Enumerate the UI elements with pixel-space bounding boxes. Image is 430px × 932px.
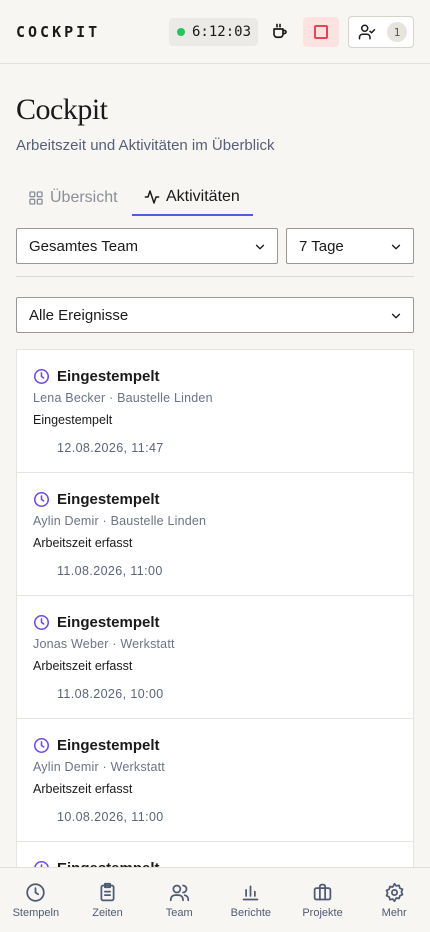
break-button[interactable]	[266, 18, 294, 46]
coffee-icon	[273, 23, 287, 39]
activity-item[interactable]: Eingestempelt	[17, 842, 413, 868]
nav-label: Berichte	[230, 907, 272, 919]
team-filter-select[interactable]: Gesamtes Team	[16, 228, 278, 264]
nav-label: Stempeln	[12, 907, 60, 919]
tab-overview-label: Übersicht	[50, 189, 118, 206]
users-icon	[169, 884, 189, 902]
activity-meta: Lena Becker · Baustelle Linden	[33, 391, 213, 405]
page-title: Cockpit	[16, 93, 108, 126]
chevron-down-icon	[391, 313, 401, 319]
clock-icon	[33, 368, 50, 385]
activity-meta: Aylin Demir · Baustelle Linden	[33, 514, 207, 528]
page-subtitle: Arbeitszeit und Aktivitäten im Überblick	[16, 137, 275, 154]
clock-icon	[33, 737, 50, 754]
team-count-badge: 1	[387, 22, 407, 42]
nav-item-berichte[interactable]: Berichte	[215, 868, 287, 932]
timer-value: 6:12:03	[192, 24, 252, 40]
range-filter-select[interactable]: 7 Tage	[286, 228, 414, 264]
activity-list[interactable]: Eingestempelt Lena Becker · Baustelle Li…	[16, 349, 414, 869]
running-timer[interactable]: 6:12:03	[169, 18, 258, 46]
tab-activities-label: Aktivitäten	[166, 188, 240, 205]
bar-chart-icon	[242, 885, 259, 901]
team-filter-value: Gesamtes Team	[29, 237, 138, 255]
filter-divider	[16, 276, 414, 277]
activity-timestamp: 12.08.2026, 11:47	[57, 441, 164, 455]
user-check-icon	[358, 24, 376, 40]
top-bar: COCKPIT 6:12:03 1	[0, 0, 430, 64]
activity-timestamp: 11.08.2026, 10:00	[57, 687, 164, 701]
activity-item[interactable]: Eingestempelt Aylin Demir · Baustelle Li…	[17, 473, 413, 596]
nav-item-mehr[interactable]: Mehr	[358, 868, 430, 932]
clock-icon	[33, 491, 50, 508]
brand-logo[interactable]: COCKPIT	[16, 23, 100, 41]
chevron-down-icon	[255, 244, 265, 250]
nav-label: Zeiten	[92, 907, 123, 919]
activity-title: Eingestempelt	[57, 491, 160, 508]
nav-label: Team	[165, 907, 193, 919]
chevron-down-icon	[391, 244, 401, 250]
activity-description: Eingestempelt	[33, 413, 113, 427]
gear-icon	[385, 882, 404, 903]
activity-timestamp: 11.08.2026, 11:00	[57, 564, 163, 578]
nav-label: Projekte	[302, 907, 343, 919]
activity-item[interactable]: Eingestempelt Jonas Weber · Werkstatt Ar…	[17, 596, 413, 719]
activity-icon	[144, 190, 160, 204]
activity-description: Arbeitszeit erfasst	[33, 536, 133, 550]
activity-meta: Aylin Demir · Werkstatt	[33, 760, 165, 774]
nav-label: Mehr	[381, 907, 407, 919]
tab-activities[interactable]: Aktivitäten	[132, 180, 253, 216]
activity-item[interactable]: Eingestempelt Aylin Demir · Werkstatt Ar…	[17, 719, 413, 842]
event-type-value: Alle Ereignisse	[29, 306, 129, 324]
team-status-button[interactable]: 1	[348, 16, 414, 48]
activity-timestamp: 10.08.2026, 11:00	[57, 810, 164, 824]
activity-title: Eingestempelt	[57, 737, 160, 754]
activity-title: Eingestempelt	[57, 368, 160, 385]
nav-item-zeiten[interactable]: Zeiten	[72, 868, 144, 932]
activity-item[interactable]: Eingestempelt Lena Becker · Baustelle Li…	[17, 350, 413, 473]
nav-item-team[interactable]: Team	[143, 868, 215, 932]
tab-overview[interactable]: Übersicht	[28, 180, 118, 216]
running-indicator-dot	[177, 28, 185, 36]
stop-button[interactable]	[303, 17, 339, 47]
stop-icon	[314, 25, 328, 39]
briefcase-icon	[313, 883, 332, 901]
nav-item-projekte[interactable]: Projekte	[287, 868, 359, 932]
grid-icon	[29, 191, 43, 205]
clock-icon	[33, 614, 50, 631]
activity-description: Arbeitszeit erfasst	[33, 782, 133, 796]
activity-description: Arbeitszeit erfasst	[33, 659, 133, 673]
range-filter-value: 7 Tage	[299, 237, 344, 255]
activity-title: Eingestempelt	[57, 614, 160, 631]
activity-meta: Jonas Weber · Werkstatt	[33, 637, 175, 651]
event-type-select[interactable]: Alle Ereignisse	[16, 297, 414, 333]
bottom-nav: Stempeln Zeiten Team Berichte Projekte M…	[0, 867, 430, 932]
clock-icon	[26, 883, 46, 902]
nav-item-stempeln[interactable]: Stempeln	[0, 868, 72, 932]
clipboard-icon	[100, 882, 115, 902]
